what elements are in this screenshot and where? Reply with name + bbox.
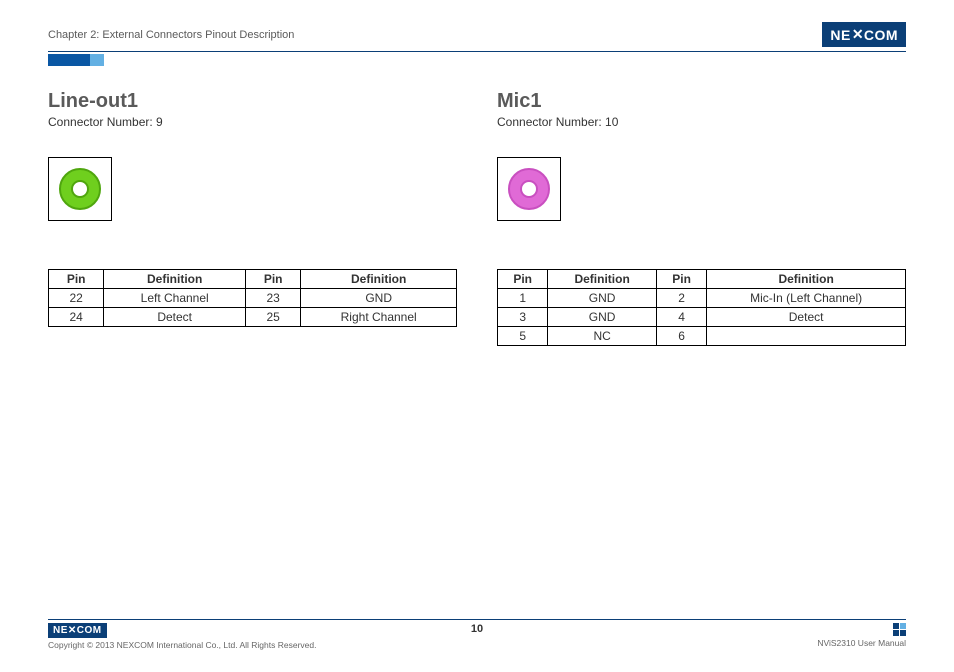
table-row: 22 Left Channel 23 GND [49, 289, 457, 308]
jack-ring-icon [508, 168, 550, 210]
header-rule [48, 51, 906, 52]
brand-logo: NE✕COM [822, 22, 906, 47]
audio-jack-lineout [48, 157, 112, 221]
pinout-table-mic: Pin Definition Pin Definition 1 GND 2 Mi… [497, 269, 906, 346]
th-def: Definition [104, 270, 246, 289]
th-pin: Pin [498, 270, 548, 289]
th-pin: Pin [246, 270, 301, 289]
header-color-bars [48, 54, 954, 66]
pinout-table-lineout: Pin Definition Pin Definition 22 Left Ch… [48, 269, 457, 327]
chapter-title: Chapter 2: External Connectors Pinout De… [48, 29, 294, 41]
table-row: 1 GND 2 Mic-In (Left Channel) [498, 289, 906, 308]
main-content: Line-out1 Connector Number: 9 Pin Defini… [0, 66, 954, 346]
table-row: 5 NC 6 [498, 327, 906, 346]
decorative-squares-icon [893, 623, 906, 636]
logo-x-icon: ✕ [852, 26, 863, 43]
logo-text-com: COM [864, 27, 898, 43]
column-lineout1: Line-out1 Connector Number: 9 Pin Defini… [48, 90, 457, 346]
th-def: Definition [548, 270, 657, 289]
table-row: 3 GND 4 Detect [498, 308, 906, 327]
th-def: Definition [707, 270, 906, 289]
logo-text-ne: NE [830, 27, 850, 43]
jack-ring-icon [59, 168, 101, 210]
copyright-text: Copyright © 2013 NEXCOM International Co… [48, 640, 316, 650]
table-row: 24 Detect 25 Right Channel [49, 308, 457, 327]
connector-number: Connector Number: 10 [497, 115, 906, 129]
audio-jack-mic [497, 157, 561, 221]
th-pin: Pin [656, 270, 706, 289]
page-footer: NE✕COM Copyright © 2013 NEXCOM Internati… [48, 619, 906, 650]
manual-name: NViS2310 User Manual [817, 638, 906, 648]
connector-number: Connector Number: 9 [48, 115, 457, 129]
page-number: 10 [471, 623, 483, 635]
th-pin: Pin [49, 270, 104, 289]
section-title: Line-out1 [48, 90, 457, 113]
section-title: Mic1 [497, 90, 906, 113]
th-def: Definition [301, 270, 457, 289]
footer-rule [48, 619, 906, 620]
column-mic1: Mic1 Connector Number: 10 Pin Definition… [497, 90, 906, 346]
footer-brand-logo: NE✕COM [48, 623, 107, 638]
